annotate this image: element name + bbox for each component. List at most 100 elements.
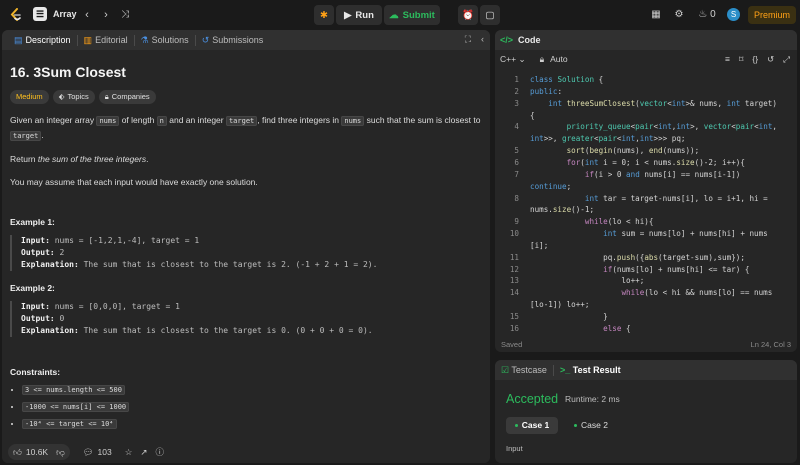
run-button[interactable]: ▶ Run bbox=[336, 5, 382, 25]
expand-icon[interactable]: ⤢ bbox=[783, 54, 790, 65]
output-value: 0 bbox=[54, 314, 65, 323]
language-label: C++ bbox=[500, 53, 517, 64]
assumption-statement: You may assume that each input would hav… bbox=[10, 177, 258, 187]
code-line: if(nums[lo] + nums[hi] <= tar) { bbox=[603, 264, 750, 274]
code-line: sort(begin(nums), end(nums)); bbox=[566, 146, 700, 156]
shuffle-icon[interactable]: ⤨ bbox=[118, 8, 132, 22]
debug-button[interactable]: ✱ bbox=[314, 5, 334, 25]
comments-button[interactable]: 💬︎ 103 bbox=[78, 444, 117, 460]
code-line: [lo-1]) lo++; bbox=[530, 300, 590, 310]
notes-button[interactable]: ▢ bbox=[480, 5, 500, 25]
premium-button[interactable]: Premium bbox=[748, 6, 796, 24]
maximize-icon[interactable]: ⛶ bbox=[465, 34, 471, 45]
code-line: int>>, greater<pair<int,int>>> pq; bbox=[530, 134, 686, 144]
terminal-icon: >_ bbox=[559, 365, 571, 375]
difficulty-badge[interactable]: Medium bbox=[10, 90, 49, 104]
tab-submissions-label: Submissions bbox=[212, 35, 264, 45]
prev-problem-icon[interactable]: ‹ bbox=[80, 8, 94, 22]
history-icon: ↺ bbox=[201, 34, 210, 45]
example-explanation: Explanation: The sum that is closest to … bbox=[21, 259, 482, 271]
statement-text: , find three integers in bbox=[257, 115, 342, 125]
line-number: 13 bbox=[509, 276, 519, 286]
mode-label[interactable]: Auto bbox=[550, 54, 568, 64]
explanation-value: The sum that is closest to the target is… bbox=[78, 326, 373, 335]
line-number: 11 bbox=[509, 252, 519, 262]
problem-list-label: Array bbox=[53, 9, 77, 19]
flask-icon: ⚗ bbox=[140, 34, 149, 45]
line-number: 14 bbox=[509, 288, 519, 298]
timer-button[interactable]: ⏰ bbox=[458, 5, 478, 25]
explanation-label: Explanation: bbox=[21, 260, 79, 269]
bookmark-icon[interactable]: ⌑ bbox=[739, 54, 743, 65]
code-line: class Solution { bbox=[530, 75, 604, 84]
topics-button[interactable]: ⬖ Topics bbox=[52, 90, 95, 104]
share-icon[interactable]: ↗ bbox=[140, 447, 147, 458]
layout-grid-icon[interactable]: ▦ bbox=[649, 8, 663, 22]
star-icon[interactable]: ☆ bbox=[125, 447, 133, 458]
line-number: 12 bbox=[509, 264, 519, 274]
list-item: -10⁴ <= target <= 10⁴ bbox=[22, 419, 482, 429]
list-item: 3 <= nums.length <= 500 bbox=[22, 385, 482, 395]
streak-counter[interactable]: ♨ 0 bbox=[696, 8, 718, 22]
example-input: Input: nums = [-1,2,1,-4], target = 1 bbox=[21, 235, 482, 247]
collapse-icon[interactable]: ‹ bbox=[481, 34, 484, 45]
play-icon: ▶ bbox=[344, 9, 352, 21]
top-bar: ☰ Array ‹ › ⤨ ✱ ▶ Run ☁ Submit ⏰ ▢ ▦ ⚙ ♨ 0… bbox=[0, 0, 800, 30]
tab-description[interactable]: ▤ Description bbox=[8, 30, 77, 50]
run-submit-bar: ✱ ▶ Run ☁ Submit ⏰ ▢ bbox=[314, 5, 500, 25]
tab-testcase[interactable]: ☑ Testcase bbox=[501, 365, 547, 376]
tab-testcase-label: Testcase bbox=[511, 364, 547, 375]
example-2-heading: Example 2: bbox=[10, 283, 55, 293]
line-number: 3 bbox=[514, 98, 519, 108]
language-select[interactable]: C++ ⌄ bbox=[500, 54, 526, 65]
tab-test-result[interactable]: >_ Test Result bbox=[560, 365, 621, 375]
code-editor[interactable]: 1 class Solution {2 public: 3 int threeSumC… bbox=[495, 74, 797, 336]
help-icon[interactable]: ⓘ bbox=[155, 446, 164, 458]
cursor-position: Ln 24, Col 3 bbox=[750, 339, 791, 349]
constraints-heading: Constraints: bbox=[10, 367, 61, 377]
code-line: continue; bbox=[530, 181, 572, 191]
thumbs-up-icon: 👍︎ bbox=[13, 446, 22, 457]
problem-title: 16. 3Sum Closest bbox=[10, 64, 126, 80]
example-output: Output: 0 bbox=[21, 313, 482, 325]
code-line: int tar = target-nums[i], lo = i+1, hi = bbox=[584, 193, 768, 203]
leetcode-logo-icon[interactable] bbox=[9, 8, 23, 22]
case-2-button[interactable]: Case 2 bbox=[565, 417, 617, 434]
thumbs-down-icon[interactable]: 👎︎ bbox=[56, 447, 65, 458]
code-line: public: bbox=[530, 86, 563, 96]
case-2-label: Case 2 bbox=[581, 420, 608, 430]
tab-submissions[interactable]: ↺ Submissions bbox=[196, 30, 270, 50]
list-icon: ☰ bbox=[33, 7, 47, 21]
example-input: Input: nums = [0,0,0], target = 1 bbox=[21, 301, 482, 313]
like-button[interactable]: 👍︎ 10.6K 👎︎ bbox=[8, 444, 70, 460]
pass-dot-icon bbox=[514, 424, 518, 428]
submit-button[interactable]: ☁ Submit bbox=[384, 5, 440, 25]
code-line: while(lo < hi){ bbox=[584, 217, 654, 227]
gear-icon[interactable]: ⚙ bbox=[672, 8, 686, 22]
tab-solutions[interactable]: ⚗ Solutions bbox=[135, 30, 195, 50]
description-pane: ▤ Description ▥ Editorial ⚗ Solutions ↺ Subm… bbox=[2, 30, 490, 463]
line-number: 16 bbox=[509, 323, 519, 333]
companies-button[interactable]: 🔒︎ Companies bbox=[98, 90, 156, 104]
book-icon: ▥ bbox=[83, 34, 93, 45]
example-output: Output: 2 bbox=[21, 247, 482, 259]
reset-icon[interactable]: ↺ bbox=[767, 54, 774, 65]
format-icon[interactable]: ≡ bbox=[725, 54, 730, 65]
case-1-label: Case 1 bbox=[521, 420, 550, 430]
pane-tools: ⛶ ‹ bbox=[465, 34, 484, 45]
case-1-button[interactable]: Case 1 bbox=[506, 417, 558, 434]
input-label: Input: bbox=[21, 236, 50, 245]
checkbox-icon: ☑ bbox=[501, 364, 510, 375]
statement-text: and an integer bbox=[166, 115, 226, 125]
input-label: Input bbox=[506, 444, 523, 453]
tag-icon: ⬖ bbox=[58, 92, 65, 101]
tab-editorial[interactable]: ▥ Editorial bbox=[78, 30, 134, 50]
inline-code: n bbox=[156, 116, 167, 126]
next-problem-icon[interactable]: › bbox=[99, 8, 113, 22]
avatar[interactable]: S bbox=[727, 8, 740, 21]
streak-count: 0 bbox=[710, 9, 716, 20]
braces-icon[interactable]: {} bbox=[752, 54, 758, 65]
output-label: Output: bbox=[21, 248, 55, 257]
tab-solutions-label: Solutions bbox=[151, 35, 189, 45]
problem-list-button[interactable]: ☰ Array bbox=[33, 7, 77, 21]
